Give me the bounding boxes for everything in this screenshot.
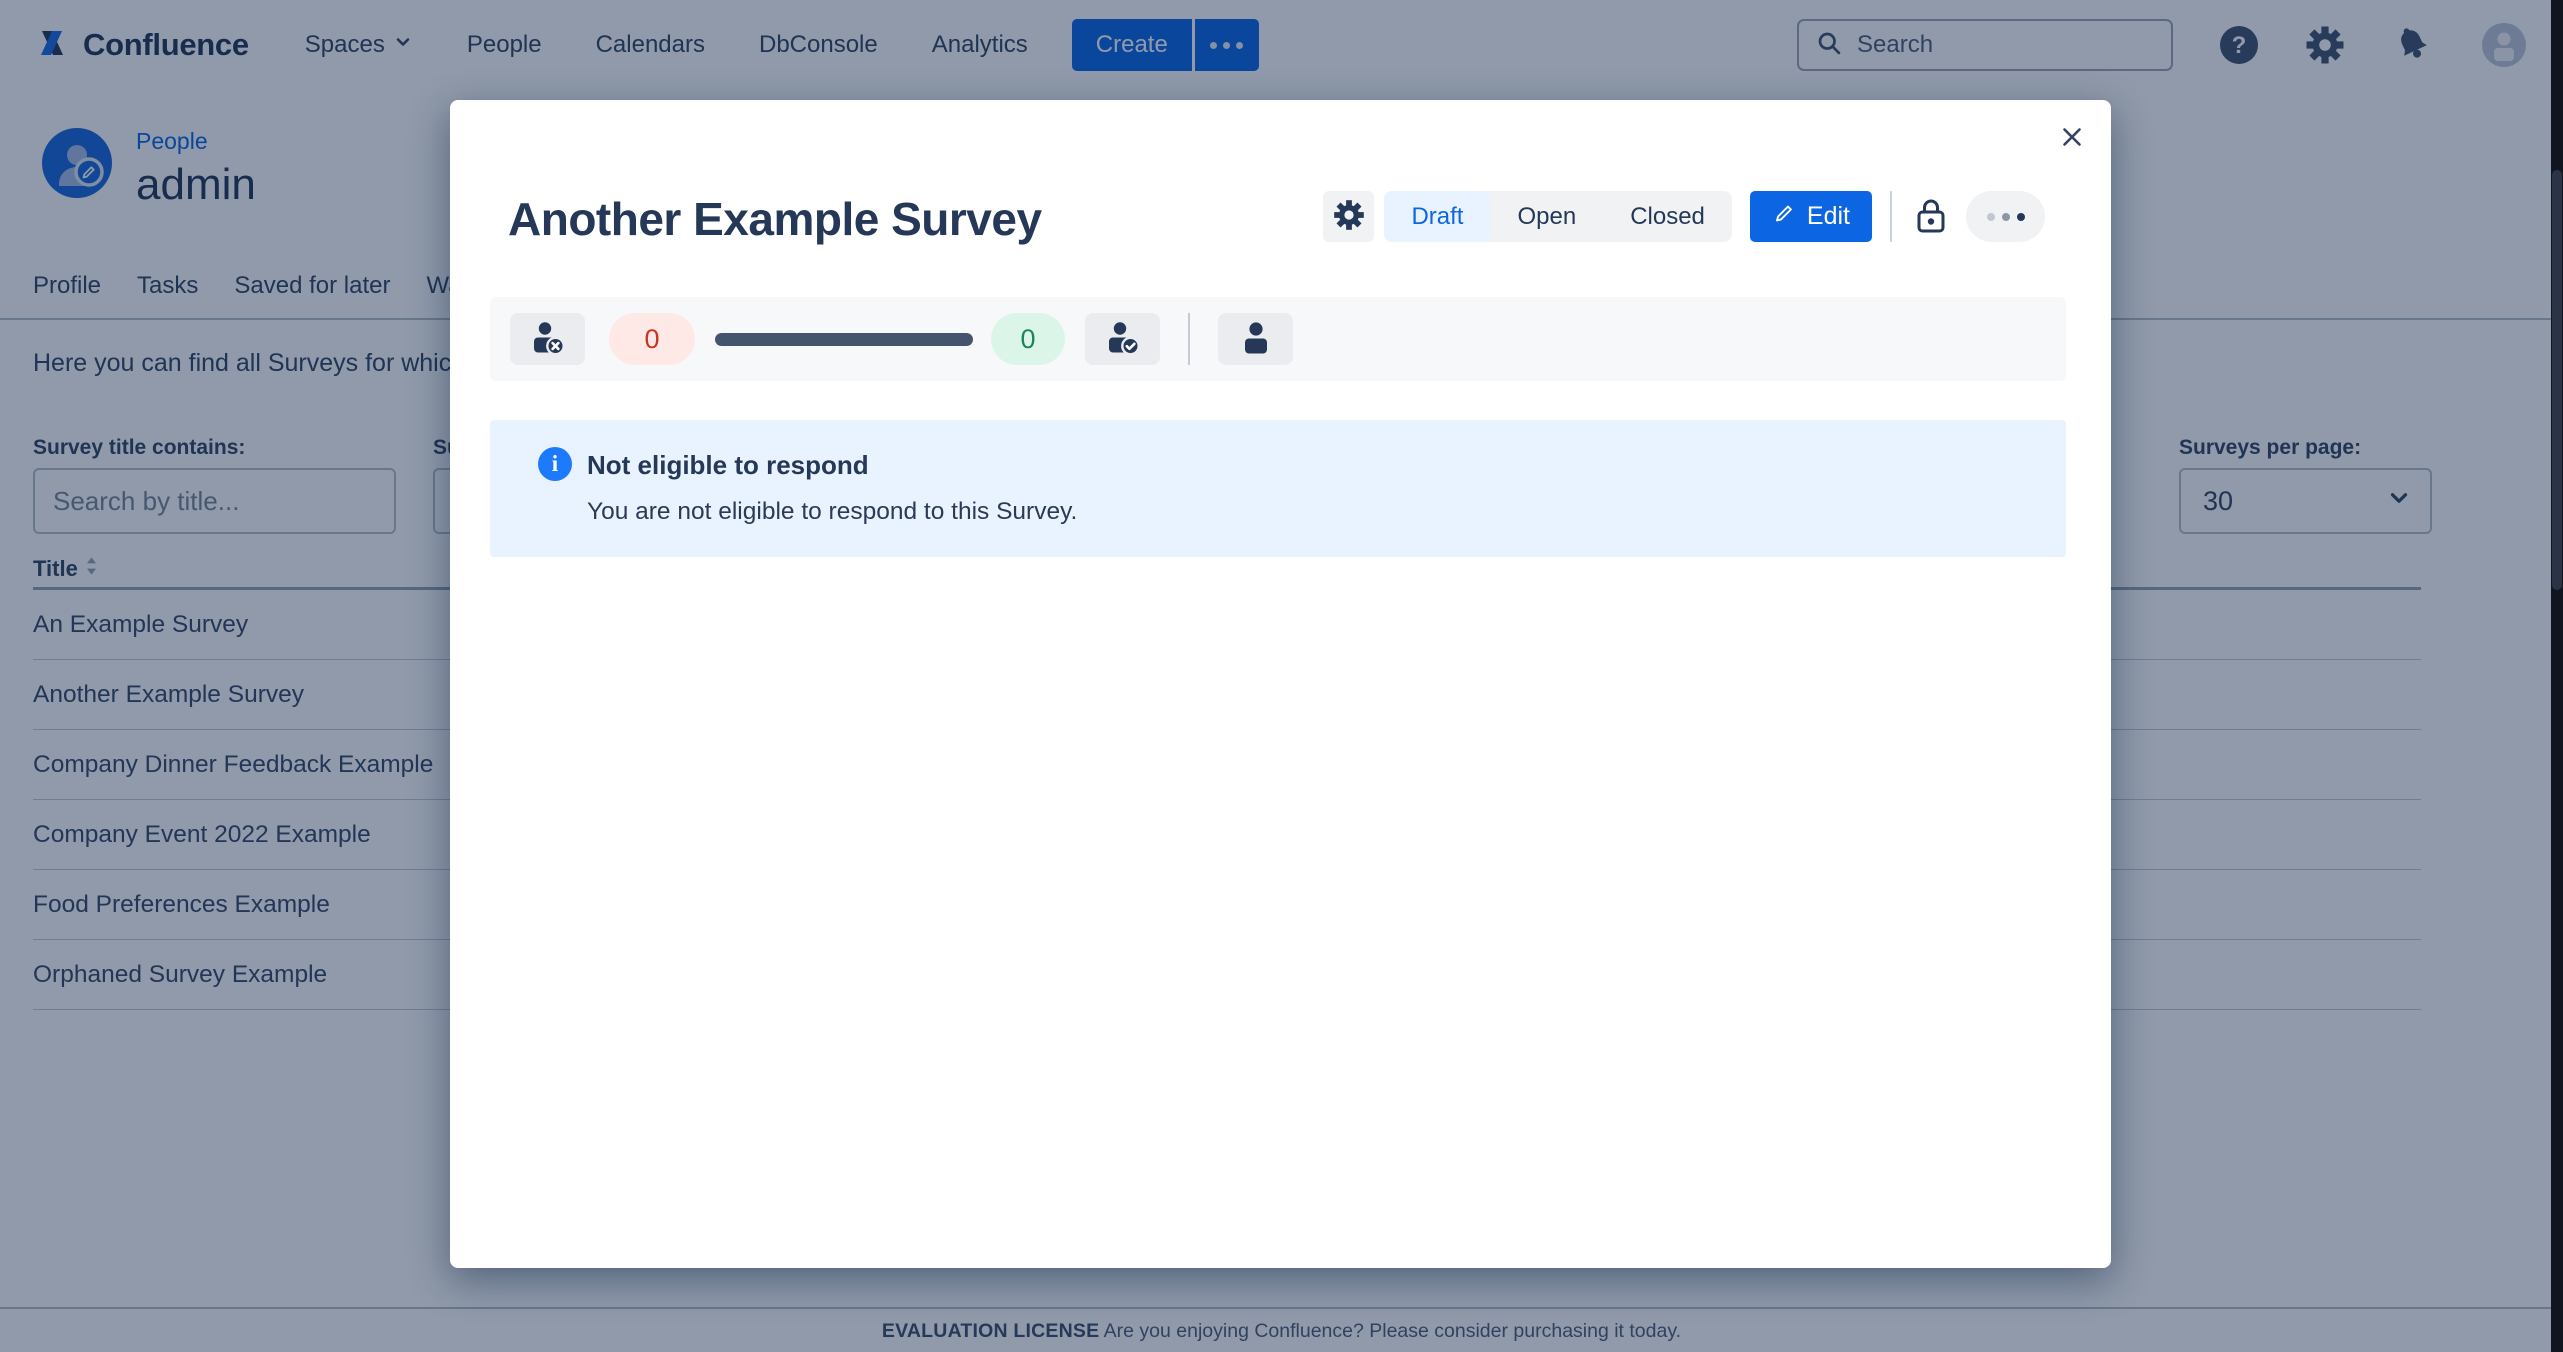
responded-count-badge: 0 xyxy=(991,313,1065,365)
responded-users-button[interactable] xyxy=(1085,313,1160,365)
participation-toolbar: 0 0 xyxy=(490,297,2066,381)
toolbar-divider xyxy=(1188,313,1190,365)
close-icon[interactable] xyxy=(2049,114,2095,160)
info-icon: i xyxy=(538,447,572,481)
controls-divider xyxy=(1890,191,1892,242)
person-icon xyxy=(1236,318,1276,361)
pencil-icon xyxy=(1772,201,1796,232)
not-eligible-info-panel: i Not eligible to respond You are not el… xyxy=(490,420,2066,557)
ellipsis-icon xyxy=(1986,212,2026,222)
not-responded-count-badge: 0 xyxy=(609,313,695,365)
scrollbar-thumb[interactable] xyxy=(2552,170,2562,590)
confluence-screen: Confluence Spaces People Calendars DbCon… xyxy=(0,0,2563,1352)
edit-button[interactable]: Edit xyxy=(1750,191,1872,242)
status-open[interactable]: Open xyxy=(1490,191,1603,242)
survey-settings-button[interactable] xyxy=(1323,191,1374,242)
more-actions-button[interactable] xyxy=(1966,191,2045,242)
not-responded-users-button[interactable] xyxy=(510,313,585,365)
status-draft[interactable]: Draft xyxy=(1384,191,1490,242)
gear-icon xyxy=(1333,199,1365,234)
all-users-button[interactable] xyxy=(1218,313,1293,365)
person-check-icon xyxy=(1103,318,1143,361)
person-x-icon xyxy=(528,318,568,361)
page-scrollbar[interactable] xyxy=(2551,0,2563,1352)
info-panel-title: Not eligible to respond xyxy=(587,450,869,481)
response-progress-bar[interactable] xyxy=(715,333,973,346)
survey-modal: Another Example Survey Draft Open Closed xyxy=(450,100,2111,1268)
edit-button-label: Edit xyxy=(1807,202,1850,231)
modal-controls: Draft Open Closed Edit xyxy=(1323,191,2045,242)
status-segmented-control: Draft Open Closed xyxy=(1384,191,1731,242)
modal-title: Another Example Survey xyxy=(508,192,1042,246)
lock-icon[interactable] xyxy=(1910,191,1952,242)
info-panel-body: You are not eligible to respond to this … xyxy=(587,498,1077,526)
status-closed[interactable]: Closed xyxy=(1603,191,1732,242)
